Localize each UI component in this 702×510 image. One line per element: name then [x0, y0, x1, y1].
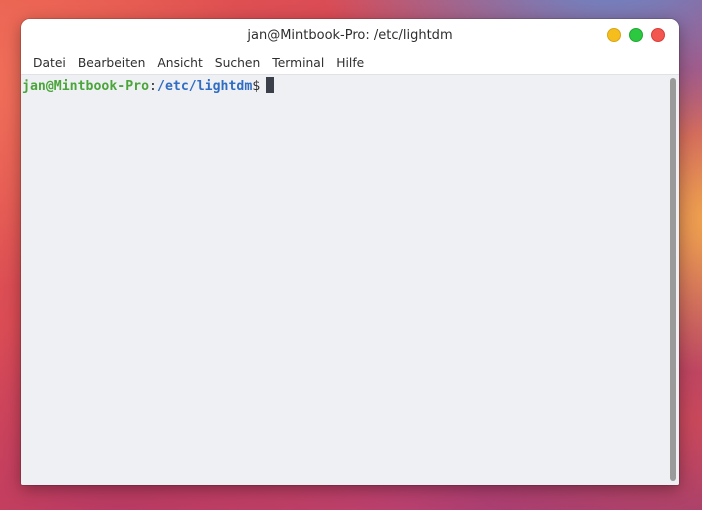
menu-datei[interactable]: Datei: [27, 52, 72, 74]
prompt-user-host: jan@Mintbook-Pro: [22, 79, 150, 94]
text-cursor: [266, 77, 275, 93]
menu-suchen[interactable]: Suchen: [209, 52, 267, 74]
window-controls: [607, 28, 665, 42]
terminal-window: jan@Mintbook-Pro: /etc/lightdm Datei Bea…: [21, 19, 679, 485]
terminal-area[interactable]: jan@Mintbook-Pro:/etc/lightdm$: [21, 75, 667, 485]
prompt-path: /etc/lightdm: [157, 79, 253, 94]
window-title: jan@Mintbook-Pro: /etc/lightdm: [247, 28, 453, 43]
menu-bearbeiten[interactable]: Bearbeiten: [72, 52, 152, 74]
scrollbar-thumb[interactable]: [670, 78, 676, 481]
menu-terminal[interactable]: Terminal: [266, 52, 330, 74]
prompt-symbol: $: [252, 79, 261, 94]
menu-bar: Datei Bearbeiten Ansicht Suchen Terminal…: [21, 52, 679, 75]
prompt-separator: :: [149, 79, 157, 94]
menu-hilfe[interactable]: Hilfe: [330, 52, 370, 74]
title-bar[interactable]: jan@Mintbook-Pro: /etc/lightdm: [21, 19, 679, 52]
menu-ansicht[interactable]: Ansicht: [151, 52, 208, 74]
maximize-button[interactable]: [629, 28, 643, 42]
close-button[interactable]: [651, 28, 665, 42]
prompt-line: jan@Mintbook-Pro:/etc/lightdm$: [22, 77, 275, 95]
scrollbar[interactable]: [667, 75, 679, 485]
minimize-button[interactable]: [607, 28, 621, 42]
